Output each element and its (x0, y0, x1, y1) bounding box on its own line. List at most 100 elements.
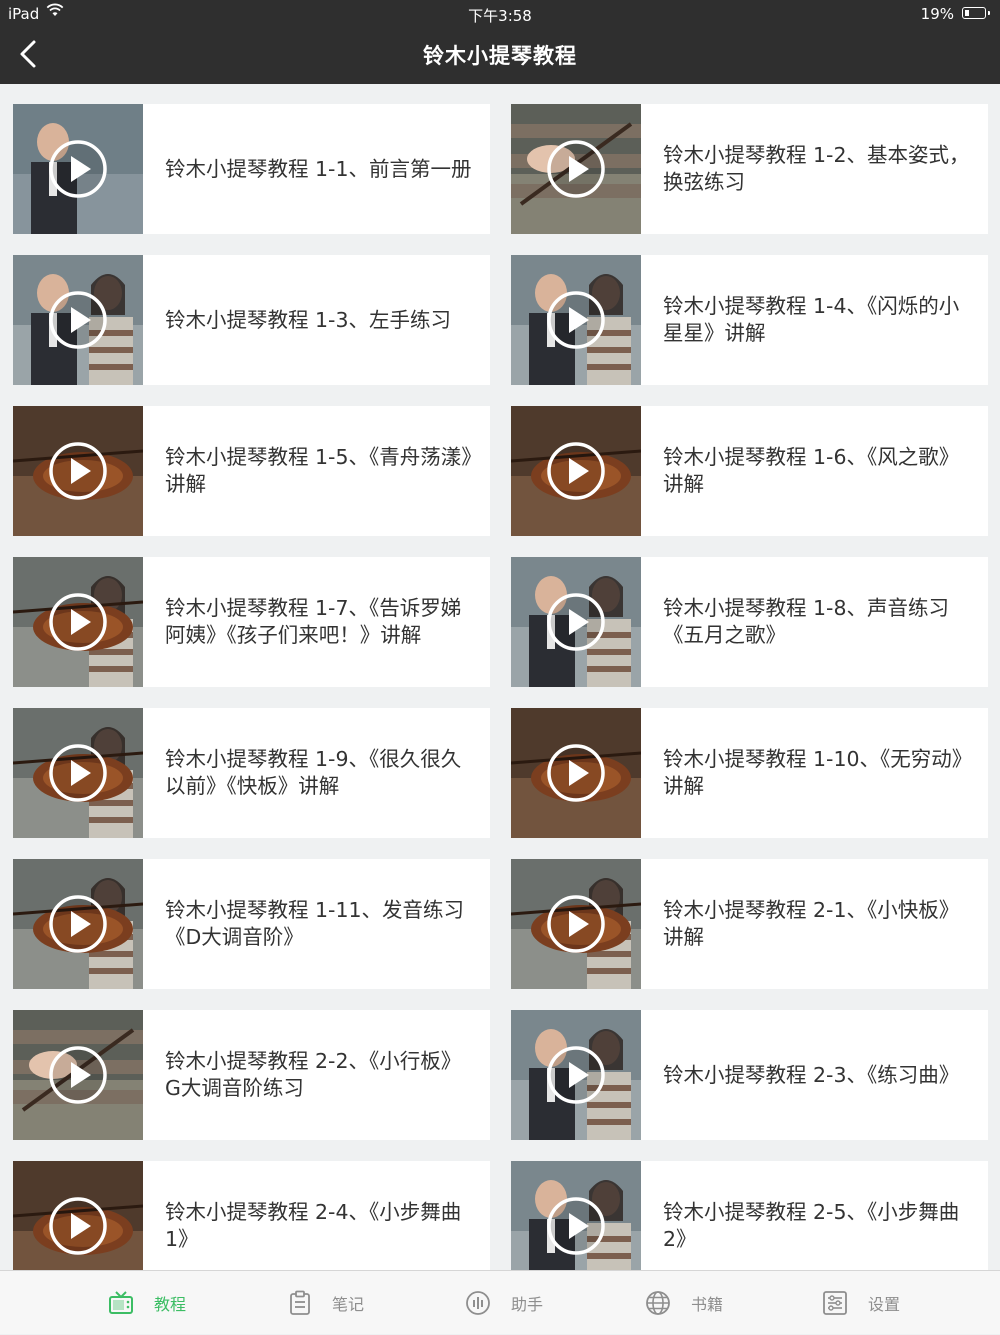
video-title: 铃木小提琴教程 1-7、《告诉罗娣阿姨》《孩子们来吧！》讲解 (143, 557, 490, 687)
video-thumbnail[interactable] (13, 406, 143, 536)
video-title: 铃木小提琴教程 1-11、发音练习《D大调音阶》 (143, 859, 490, 989)
play-icon (547, 1197, 605, 1255)
play-icon (49, 1197, 107, 1255)
video-title: 铃木小提琴教程 2-4、《小步舞曲1》 (143, 1161, 490, 1270)
video-title: 铃木小提琴教程 2-5、《小步舞曲2》 (641, 1161, 988, 1270)
video-title: 铃木小提琴教程 1-1、前言第一册 (143, 104, 490, 234)
video-title: 铃木小提琴教程 1-2、基本姿式，换弦练习 (641, 104, 988, 234)
status-time: 下午3:58 (468, 7, 532, 25)
video-title-text: 铃木小提琴教程 1-11、发音练习《D大调音阶》 (165, 898, 465, 949)
status-bar: iPad 下午3:58 19% (0, 0, 1000, 28)
video-card[interactable]: 铃木小提琴教程 2-5、《小步舞曲2》 (511, 1161, 988, 1270)
play-icon (49, 442, 107, 500)
video-thumbnail[interactable] (511, 708, 641, 838)
video-title-text: 铃木小提琴教程 1-8、声音练习《五月之歌》 (663, 596, 949, 647)
tab-books[interactable]: 书籍 (645, 1271, 723, 1335)
play-icon (547, 593, 605, 651)
video-title: 铃木小提琴教程 1-10、《无穷动》讲解 (641, 708, 988, 838)
play-icon (547, 895, 605, 953)
video-title: 铃木小提琴教程 2-2、《小行板》G大调音阶练习 (143, 1010, 490, 1140)
video-card[interactable]: 铃木小提琴教程 2-2、《小行板》G大调音阶练习 (13, 1010, 490, 1140)
video-title: 铃木小提琴教程 1-9、《很久很久以前》《快板》讲解 (143, 708, 490, 838)
video-title-text: 铃木小提琴教程 1-5、《青舟荡漾》讲解 (165, 445, 472, 496)
settings-list-icon (822, 1290, 858, 1316)
battery-percent: 19% (920, 5, 954, 23)
video-thumbnail[interactable] (511, 1010, 641, 1140)
video-thumbnail[interactable] (511, 859, 641, 989)
video-thumbnail[interactable] (511, 104, 641, 234)
video-title: 铃木小提琴教程 1-8、声音练习《五月之歌》 (641, 557, 988, 687)
tab-label: 助手 (511, 1295, 544, 1314)
clipboard-icon (288, 1290, 322, 1316)
tab-notes[interactable]: 笔记 (288, 1271, 364, 1335)
video-card[interactable]: 铃木小提琴教程 1-11、发音练习《D大调音阶》 (13, 859, 490, 989)
video-card[interactable]: 铃木小提琴教程 1-7、《告诉罗娣阿姨》《孩子们来吧！》讲解 (13, 557, 490, 687)
video-card[interactable]: 铃木小提琴教程 2-3、《练习曲》 (511, 1010, 988, 1140)
video-grid: 铃木小提琴教程 1-1、前言第一册 铃木小提琴教程 1-2、基本姿式，换弦练习 … (0, 84, 1000, 1270)
video-title: 铃木小提琴教程 1-4、《闪烁的小星星》讲解 (641, 255, 988, 385)
battery-icon (962, 7, 990, 19)
video-thumbnail[interactable] (13, 255, 143, 385)
video-title-text: 铃木小提琴教程 1-2、基本姿式，换弦练习 (663, 143, 970, 194)
video-card[interactable]: 铃木小提琴教程 1-9、《很久很久以前》《快板》讲解 (13, 708, 490, 838)
video-card[interactable]: 铃木小提琴教程 1-3、左手练习 (13, 255, 490, 385)
video-thumbnail[interactable] (13, 104, 143, 234)
video-title-text: 铃木小提琴教程 1-4、《闪烁的小星星》讲解 (663, 294, 960, 345)
tab-settings[interactable]: 设置 (822, 1271, 900, 1335)
video-title: 铃木小提琴教程 1-5、《青舟荡漾》讲解 (143, 406, 490, 536)
video-title: 铃木小提琴教程 1-3、左手练习 (143, 255, 490, 385)
video-card[interactable]: 铃木小提琴教程 1-6、《风之歌》讲解 (511, 406, 988, 536)
video-thumbnail[interactable] (13, 859, 143, 989)
tab-tutorials[interactable]: 教程 (108, 1271, 186, 1335)
tab-assistant[interactable]: 助手 (465, 1271, 543, 1335)
video-title: 铃木小提琴教程 2-3、《练习曲》 (641, 1010, 988, 1140)
play-icon (547, 1046, 605, 1104)
video-thumbnail[interactable] (511, 406, 641, 536)
video-title-text: 铃木小提琴教程 1-10、《无穷动》讲解 (663, 747, 973, 798)
video-thumbnail[interactable] (13, 557, 143, 687)
play-icon (547, 442, 605, 500)
video-card[interactable]: 铃木小提琴教程 1-10、《无穷动》讲解 (511, 708, 988, 838)
tab-bar: 教程 笔记 助手 书籍 设置 (0, 1270, 1000, 1334)
video-title-text: 铃木小提琴教程 1-9、《很久很久以前》《快板》讲解 (165, 747, 462, 798)
video-thumbnail[interactable] (13, 1010, 143, 1140)
video-title-text: 铃木小提琴教程 2-5、《小步舞曲2》 (663, 1200, 960, 1251)
video-thumbnail[interactable] (511, 1161, 641, 1270)
video-title: 铃木小提琴教程 2-1、《小快板》讲解 (641, 859, 988, 989)
audio-bars-icon (465, 1290, 501, 1316)
tv-icon (108, 1291, 144, 1315)
video-title-text: 铃木小提琴教程 1-6、《风之歌》讲解 (663, 445, 960, 496)
tab-label: 书籍 (691, 1295, 724, 1314)
play-icon (547, 140, 605, 198)
video-title-text: 铃木小提琴教程 2-2、《小行板》G大调音阶练习 (165, 1049, 462, 1100)
video-thumbnail[interactable] (13, 708, 143, 838)
play-icon (49, 593, 107, 651)
video-title-text: 铃木小提琴教程 1-7、《告诉罗娣阿姨》《孩子们来吧！》讲解 (165, 596, 462, 647)
video-card[interactable]: 铃木小提琴教程 2-1、《小快板》讲解 (511, 859, 988, 989)
play-icon (49, 744, 107, 802)
globe-icon (645, 1290, 681, 1316)
nav-header: iPad 下午3:58 19% 铃木小提琴教程 (0, 0, 1000, 84)
video-card[interactable]: 铃木小提琴教程 1-4、《闪烁的小星星》讲解 (511, 255, 988, 385)
video-card[interactable]: 铃木小提琴教程 1-5、《青舟荡漾》讲解 (13, 406, 490, 536)
tab-label: 教程 (154, 1295, 187, 1314)
video-title-text: 铃木小提琴教程 2-1、《小快板》讲解 (663, 898, 960, 949)
video-title-text: 铃木小提琴教程 1-3、左手练习 (165, 307, 451, 332)
video-card[interactable]: 铃木小提琴教程 1-2、基本姿式，换弦练习 (511, 104, 988, 234)
play-icon (49, 895, 107, 953)
play-icon (49, 1046, 107, 1104)
play-icon (547, 291, 605, 349)
play-icon (49, 140, 107, 198)
video-card[interactable]: 铃木小提琴教程 1-8、声音练习《五月之歌》 (511, 557, 988, 687)
tab-label: 笔记 (332, 1295, 365, 1314)
page-title: 铃木小提琴教程 (423, 44, 577, 68)
video-thumbnail[interactable] (511, 255, 641, 385)
play-icon (49, 291, 107, 349)
video-thumbnail[interactable] (13, 1161, 143, 1270)
video-thumbnail[interactable] (511, 557, 641, 687)
tab-label: 设置 (868, 1295, 901, 1314)
video-title-text: 铃木小提琴教程 2-3、《练习曲》 (663, 1062, 960, 1087)
video-title: 铃木小提琴教程 1-6、《风之歌》讲解 (641, 406, 988, 536)
video-card[interactable]: 铃木小提琴教程 1-1、前言第一册 (13, 104, 490, 234)
video-card[interactable]: 铃木小提琴教程 2-4、《小步舞曲1》 (13, 1161, 490, 1270)
